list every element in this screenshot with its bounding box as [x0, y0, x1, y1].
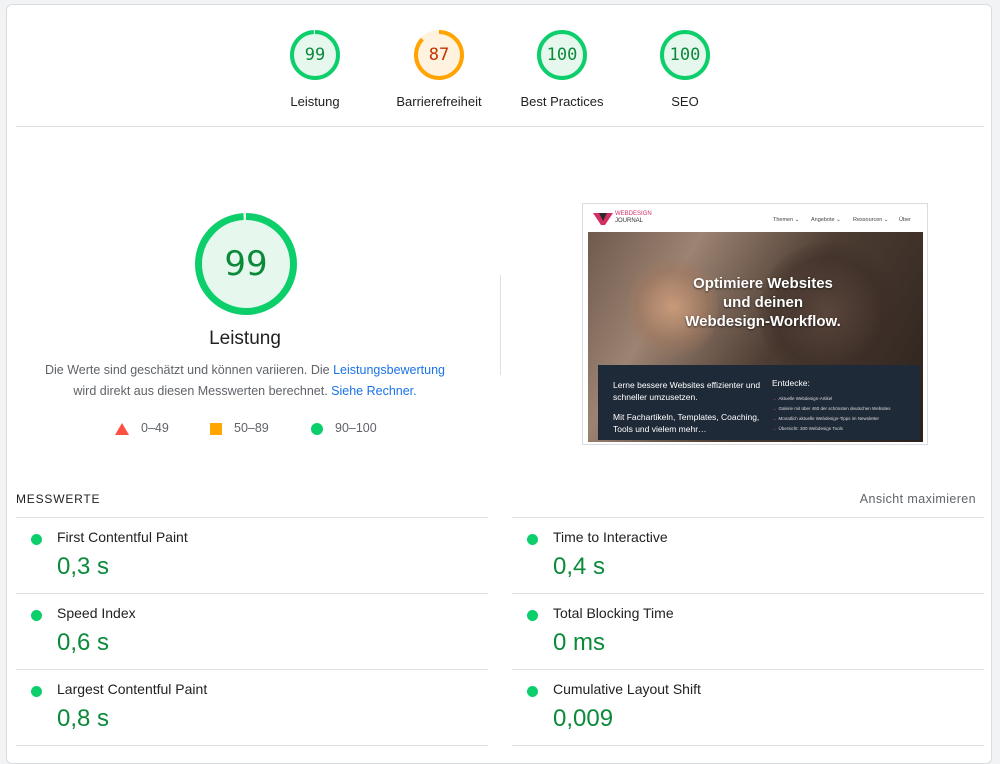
gauge-ring: 100 [537, 30, 587, 80]
legend-good: 90–100 [311, 421, 377, 435]
performance-score: 99 [224, 244, 268, 284]
gauge-barrierefreiheit[interactable]: 87 Barrierefreiheit [379, 30, 499, 109]
gauge-ring: 99 [290, 30, 340, 80]
gauge-score: 87 [428, 45, 450, 65]
gauge-ring: 87 [414, 30, 464, 80]
screenshot-menu-item: Über [899, 217, 911, 223]
screenshot-logo-text: WEBDESIGN JOURNAL [615, 211, 652, 224]
screenshot-navbar: WEBDESIGN JOURNAL Themen ⌄ Angebote ⌄ Res… [583, 204, 927, 232]
metric-total-blocking-time: Total Blocking Time 0 ms [512, 593, 984, 669]
screenshot-panel: Lerne bessere Websites effizienter und s… [598, 365, 920, 440]
screenshot-panel-item: → Aktuelle Webdesign-Artikel [772, 396, 833, 401]
performance-gauge: 99 [195, 213, 297, 315]
legend-label: 50–89 [234, 421, 269, 435]
gauge-score: 100 [669, 45, 701, 65]
screenshot-hero: Optimiere Websites und deinen Webdesign-… [588, 232, 923, 442]
legend-label: 90–100 [335, 421, 377, 435]
circle-icon [311, 422, 323, 435]
screenshot-menu-item: Themen ⌄ [773, 217, 800, 223]
metric-value: 0,8 s [57, 705, 110, 732]
siehe-rechner-link[interactable]: Siehe Rechner. [331, 384, 416, 398]
good-status-icon [527, 534, 538, 545]
metric-first-contentful-paint: First Contentful Paint 0,3 s [16, 517, 488, 593]
screenshot-panel-text: Mit Fachartikeln, Templates, Coaching, T… [613, 412, 760, 434]
good-status-icon [527, 610, 538, 621]
screenshot-headline: Optimiere Websites und deinen Webdesign-… [685, 275, 841, 330]
gauge-ring: 100 [660, 30, 710, 80]
desc-text: Die Werte sind geschätzt und können vari… [44, 363, 334, 377]
desc-text: wird direkt aus diesen Messwerten berech… [73, 384, 332, 398]
legend-bad: 0–49 [115, 421, 169, 435]
good-status-icon [31, 534, 42, 545]
good-status-icon [31, 686, 42, 697]
metric-value: 0 ms [553, 629, 606, 656]
divider [512, 745, 984, 746]
good-status-icon [31, 610, 42, 621]
screenshot-menu-item: Angebote ⌄ [811, 217, 841, 223]
metric-largest-contentful-paint: Largest Contentful Paint 0,8 s [16, 669, 488, 745]
divider [16, 126, 984, 127]
leistungsbewertung-link[interactable]: Leistungsbewertung [333, 363, 445, 377]
metric-cumulative-layout-shift: Cumulative Layout Shift 0,009 [512, 669, 984, 745]
vertical-divider [500, 275, 501, 375]
metric-value: 0,3 s [57, 553, 110, 580]
gauge-label: Best Practices [520, 94, 604, 109]
good-status-icon [527, 686, 538, 697]
performance-description: Die Werte sind geschätzt und können vari… [40, 360, 450, 402]
screenshot-panel-item: → Übersicht: 300 Webdesign Tools [772, 426, 843, 431]
gauge-label: SEO [671, 94, 699, 109]
metric-time-to-interactive: Time to Interactive 0,4 s [512, 517, 984, 593]
screenshot-menu-item: Ressourcen ⌄ [853, 217, 889, 223]
expand-view-toggle[interactable]: Ansicht maximieren [860, 492, 976, 506]
metric-name: Largest Contentful Paint [57, 681, 208, 697]
gauge-label: Barrierefreiheit [396, 94, 482, 109]
gauge-label: Leistung [290, 94, 340, 109]
metric-name: Total Blocking Time [553, 605, 674, 621]
gauge-best-practices[interactable]: 100 Best Practices [502, 30, 622, 109]
triangle-icon [115, 422, 129, 435]
legend-average: 50–89 [210, 421, 269, 435]
gauge-seo[interactable]: 100 SEO [625, 30, 745, 109]
screenshot-panel-item: → Galerie mit über 460 der schönsten deut… [772, 406, 891, 411]
performance-title: Leistung [209, 328, 281, 349]
screenshot-panel-item: → Monatlich aktuelle Webdesign-Tipps im N… [772, 416, 880, 421]
metric-value: 0,4 s [553, 553, 606, 580]
gauge-leistung[interactable]: 99 Leistung [255, 30, 375, 109]
square-icon [210, 422, 222, 435]
gauge-score: 100 [546, 45, 578, 65]
legend-label: 0–49 [141, 421, 169, 435]
divider [16, 745, 488, 746]
gauge-score: 99 [304, 45, 326, 65]
metric-value: 0,6 s [57, 629, 110, 656]
webdesign-journal-logo-icon [593, 213, 613, 225]
screenshot-panel-heading: Entdecke: [772, 378, 810, 388]
category-gauges: 99 Leistung 87 Barrierefreiheit 100 Best… [0, 0, 1000, 126]
metric-value: 0,009 [553, 705, 614, 732]
metric-name: Cumulative Layout Shift [553, 681, 701, 697]
metrics-heading: MESSWERTE [16, 492, 101, 506]
metric-name: Speed Index [57, 605, 136, 621]
metric-name: Time to Interactive [553, 529, 668, 545]
metric-name: First Contentful Paint [57, 529, 188, 545]
final-screenshot[interactable]: WEBDESIGN JOURNAL Themen ⌄ Angebote ⌄ Res… [582, 203, 928, 445]
screenshot-panel-text: Lerne bessere Websites effizienter und s… [613, 380, 761, 402]
metric-speed-index: Speed Index 0,6 s [16, 593, 488, 669]
